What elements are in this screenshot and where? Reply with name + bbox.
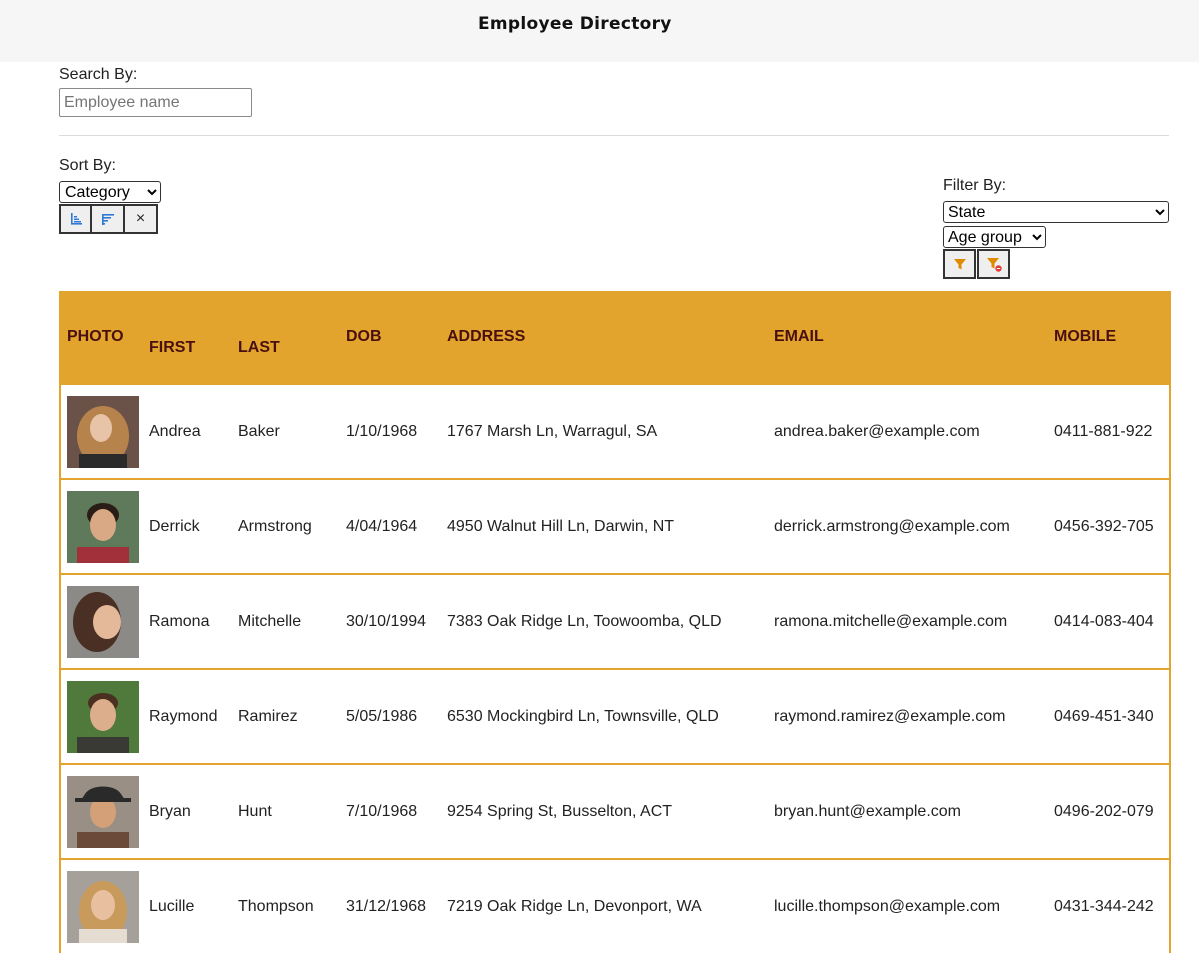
- email-cell: raymond.ramirez@example.com: [768, 668, 1048, 764]
- apply-filter-button[interactable]: [943, 249, 976, 279]
- filter-buttons: [943, 249, 1010, 279]
- last-name-cell: Armstrong: [232, 478, 340, 574]
- sort-descending-button[interactable]: [92, 204, 125, 234]
- table-row: Andrea Baker 1/10/1968 1767 Marsh Ln, Wa…: [60, 383, 1170, 479]
- first-name-cell: Lucille: [143, 858, 232, 953]
- app-header: Employee Directory: [0, 0, 1199, 62]
- last-name-cell: Ramirez: [232, 668, 340, 764]
- email-cell: andrea.baker@example.com: [768, 383, 1048, 479]
- email-cell: lucille.thompson@example.com: [768, 858, 1048, 953]
- age-group-filter-select[interactable]: Age group: [943, 226, 1046, 248]
- dob-cell: 30/10/1994: [340, 573, 441, 669]
- dob-cell: 31/12/1968: [340, 858, 441, 953]
- sort-descending-icon: [101, 214, 114, 225]
- photo-cell: [60, 383, 143, 479]
- address-cell: 4950 Walnut Hill Ln, Darwin, NT: [441, 478, 768, 574]
- employee-table: PHOTO FIRST LAST DOB ADDRESS EMAIL MOBIL…: [59, 291, 1171, 953]
- filter-icon: [953, 259, 966, 270]
- table-row: Bryan Hunt 7/10/1968 9254 Spring St, Bus…: [60, 763, 1170, 859]
- email-cell: derrick.armstrong@example.com: [768, 478, 1048, 574]
- mobile-cell: 0414-083-404: [1048, 573, 1170, 669]
- last-name-cell: Thompson: [232, 858, 340, 953]
- state-filter-select[interactable]: State: [943, 201, 1169, 223]
- filter-label: Filter By:: [943, 177, 1007, 194]
- last-name-cell: Baker: [232, 383, 340, 479]
- mobile-cell: 0456-392-705: [1048, 478, 1170, 574]
- mobile-cell: 0431-344-242: [1048, 858, 1170, 953]
- employee-photo: [67, 585, 139, 658]
- column-header-address[interactable]: ADDRESS: [441, 291, 768, 384]
- photo-cell: [60, 668, 143, 764]
- address-cell: 7219 Oak Ridge Ln, Devonport, WA: [441, 858, 768, 953]
- column-header-mobile[interactable]: MOBILE: [1048, 291, 1170, 384]
- last-name-cell: Hunt: [232, 763, 340, 859]
- address-cell: 1767 Marsh Ln, Warragul, SA: [441, 383, 768, 479]
- employee-photo: [67, 775, 139, 848]
- photo-cell: [60, 573, 143, 669]
- column-header-email[interactable]: EMAIL: [768, 291, 1048, 384]
- table-row: Raymond Ramirez 5/05/1986 6530 Mockingbi…: [60, 668, 1170, 764]
- clear-filter-icon: [986, 258, 1002, 272]
- table-row: Derrick Armstrong 4/04/1964 4950 Walnut …: [60, 478, 1170, 574]
- sort-ascending-button[interactable]: [59, 204, 92, 234]
- mobile-cell: 0411-881-922: [1048, 383, 1170, 479]
- column-header-photo[interactable]: PHOTO: [60, 291, 143, 384]
- table-row: Ramona Mitchelle 30/10/1994 7383 Oak Rid…: [60, 573, 1170, 669]
- close-icon: ×: [135, 210, 146, 227]
- sort-ascending-icon: [70, 213, 82, 225]
- search-input[interactable]: [59, 88, 252, 117]
- dob-cell: 1/10/1968: [340, 383, 441, 479]
- table-header-row: PHOTO FIRST LAST DOB ADDRESS EMAIL MOBIL…: [60, 291, 1170, 384]
- dob-cell: 4/04/1964: [340, 478, 441, 574]
- address-cell: 7383 Oak Ridge Ln, Toowoomba, QLD: [441, 573, 768, 669]
- address-cell: 9254 Spring St, Busselton, ACT: [441, 763, 768, 859]
- divider: [59, 135, 1169, 136]
- search-label: Search By:: [59, 66, 138, 83]
- sort-label: Sort By:: [59, 157, 116, 174]
- sort-category-select[interactable]: Category: [59, 181, 161, 203]
- email-cell: ramona.mitchelle@example.com: [768, 573, 1048, 669]
- employee-photo: [67, 395, 139, 468]
- first-name-cell: Bryan: [143, 763, 232, 859]
- clear-sort-button[interactable]: ×: [125, 204, 158, 234]
- column-header-last[interactable]: LAST: [232, 291, 340, 384]
- table-row: Lucille Thompson 31/12/1968 7219 Oak Rid…: [60, 858, 1170, 953]
- mobile-cell: 0469-451-340: [1048, 668, 1170, 764]
- column-header-first[interactable]: FIRST: [143, 291, 232, 384]
- employee-photo: [67, 490, 139, 563]
- photo-cell: [60, 763, 143, 859]
- last-name-cell: Mitchelle: [232, 573, 340, 669]
- photo-cell: [60, 478, 143, 574]
- first-name-cell: Raymond: [143, 668, 232, 764]
- photo-cell: [60, 858, 143, 953]
- first-name-cell: Derrick: [143, 478, 232, 574]
- clear-filter-button[interactable]: [977, 249, 1010, 279]
- email-cell: bryan.hunt@example.com: [768, 763, 1048, 859]
- column-header-dob[interactable]: DOB: [340, 291, 441, 384]
- page-title: Employee Directory: [478, 14, 672, 34]
- first-name-cell: Andrea: [143, 383, 232, 479]
- address-cell: 6530 Mockingbird Ln, Townsville, QLD: [441, 668, 768, 764]
- first-name-cell: Ramona: [143, 573, 232, 669]
- mobile-cell: 0496-202-079: [1048, 763, 1170, 859]
- dob-cell: 7/10/1968: [340, 763, 441, 859]
- dob-cell: 5/05/1986: [340, 668, 441, 764]
- employee-photo: [67, 680, 139, 753]
- sort-buttons: ×: [59, 204, 158, 234]
